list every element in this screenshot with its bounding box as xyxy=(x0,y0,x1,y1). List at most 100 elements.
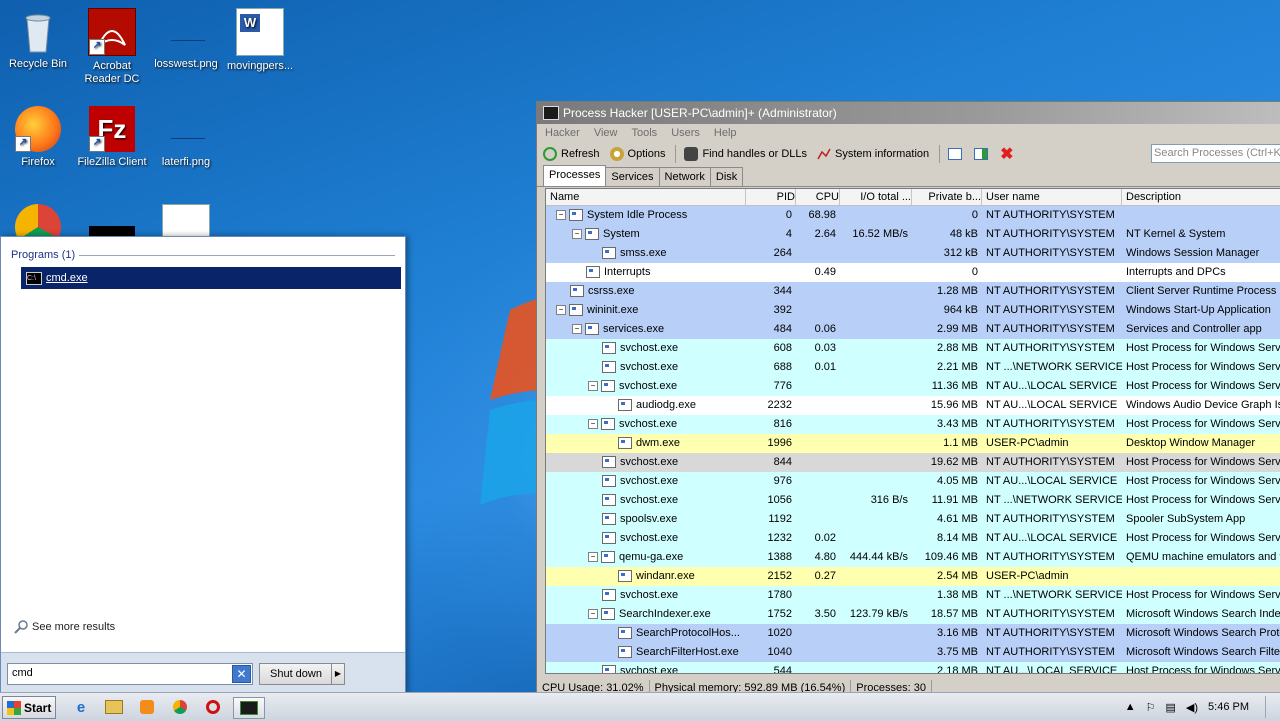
gear-icon xyxy=(609,147,624,161)
table-body: − System Idle Process 0 68.98 0 NT AUTHORITY\… xyxy=(546,206,1280,673)
private-bytes-cell: 3.16 MB xyxy=(937,627,978,639)
exit-window-button[interactable] xyxy=(974,148,992,160)
system-tray: ▲ ⚐ ▤ ◀) 5:46 PM xyxy=(1125,693,1280,721)
table-row[interactable]: − System Idle Process 0 68.98 0 NT AUTHORITY\… xyxy=(546,206,1280,225)
cpu-cell: 0.27 xyxy=(814,570,836,582)
process-icon xyxy=(618,399,632,412)
collapse-toggle-icon[interactable]: − xyxy=(588,552,598,563)
table-row[interactable]: svchost.exe 608 0.03 2.88 MB NT AUTHORITY\SY… xyxy=(546,339,1280,358)
pid-cell: 484 xyxy=(773,323,792,335)
table-row[interactable]: SearchProtocolHos... 1020 3.16 MB NT AUTHOR… xyxy=(546,624,1280,643)
menu-users[interactable]: Users xyxy=(671,127,700,139)
table-row[interactable]: audiodg.exe 2232 15.96 MB NT AU...\LOCAL SE… xyxy=(546,396,1280,415)
table-row[interactable]: SearchFilterHost.exe 1040 3.75 MB NT AUTHOR… xyxy=(546,643,1280,662)
chrome-taskbar-icon[interactable] xyxy=(169,697,191,717)
collapse-toggle-icon[interactable]: − xyxy=(572,229,582,240)
io-total-cell: 316 B/s xyxy=(870,494,908,506)
find-handles-button[interactable]: Find handles or DLLs xyxy=(684,147,807,161)
column-private-bytes[interactable]: Private b... xyxy=(912,189,982,205)
table-row[interactable]: − svchost.exe 816 3.43 MB NT AUTHORITY\SYSTE… xyxy=(546,415,1280,434)
menu-hacker[interactable]: Hacker xyxy=(545,127,580,139)
cpu-cell xyxy=(796,643,840,662)
tab-network[interactable]: Network xyxy=(658,167,711,186)
desktop-icon-firefox[interactable]: ↗ Firefox xyxy=(0,106,76,169)
window-button[interactable] xyxy=(948,148,966,160)
window-title-bar[interactable]: Process Hacker [USER-PC\admin]+ (Adminis… xyxy=(537,102,1280,124)
user-name-cell: NT AUTHORITY\SYSTEM xyxy=(986,456,1115,468)
collapse-toggle-icon[interactable]: − xyxy=(556,210,566,221)
terminate-button[interactable]: ✖ xyxy=(1000,144,1013,164)
refresh-button[interactable]: Refresh xyxy=(543,147,600,161)
table-row[interactable]: svchost.exe 1780 1.38 MB NT ...\NETWORK SER… xyxy=(546,586,1280,605)
column-pid[interactable]: PID xyxy=(746,189,796,205)
column-user-name[interactable]: User name xyxy=(982,189,1122,205)
column-description[interactable]: Description xyxy=(1122,189,1280,205)
table-row[interactable]: svchost.exe 976 4.05 MB NT AU...\LOCAL SERV… xyxy=(546,472,1280,491)
collapse-toggle-icon[interactable]: − xyxy=(588,381,598,392)
clear-search-icon[interactable]: ✕ xyxy=(232,665,251,683)
media-player-taskbar-icon[interactable] xyxy=(136,697,158,717)
menu-help[interactable]: Help xyxy=(714,127,737,139)
table-row[interactable]: svchost.exe 688 0.01 2.21 MB NT ...\NETWORK … xyxy=(546,358,1280,377)
see-more-results-link[interactable]: See more results xyxy=(13,619,115,635)
options-button[interactable]: Options xyxy=(609,147,665,161)
desktop-icon-acrobat[interactable]: ↗ Acrobat Reader DC xyxy=(74,8,150,86)
column-io-total[interactable]: I/O total ... xyxy=(840,189,912,205)
start-button[interactable]: Start xyxy=(2,696,56,719)
description-cell: Host Process for Windows Servic xyxy=(1126,418,1280,430)
table-row[interactable]: − wininit.exe 392 964 kB NT AUTHORITY\SYSTEM… xyxy=(546,301,1280,320)
explorer-taskbar-icon[interactable] xyxy=(103,697,125,717)
tab-services[interactable]: Services xyxy=(605,167,660,186)
internet-explorer-taskbar-icon[interactable]: e xyxy=(70,697,92,717)
desktop-icon-recycle-bin[interactable]: Recycle Bin xyxy=(0,8,76,71)
table-row[interactable]: − services.exe 484 0.06 2.99 MB NT AUTHORITY\… xyxy=(546,320,1280,339)
description-cell: Windows Session Manager xyxy=(1126,247,1260,259)
menu-tools[interactable]: Tools xyxy=(632,127,658,139)
tab-processes[interactable]: Processes xyxy=(543,165,607,186)
table-row[interactable]: svchost.exe 844 19.62 MB NT AUTHORITY\SYSTE… xyxy=(546,453,1280,472)
action-center-flag-icon[interactable]: ⚐ xyxy=(1146,701,1156,714)
table-row[interactable]: − SearchIndexer.exe 1752 3.50 123.79 kB/s 18.… xyxy=(546,605,1280,624)
collapse-toggle-icon[interactable]: − xyxy=(572,324,582,335)
collapse-toggle-icon[interactable]: − xyxy=(588,419,598,430)
table-row[interactable]: svchost.exe 1056 316 B/s 11.91 MB NT ...\NET… xyxy=(546,491,1280,510)
table-row[interactable]: svchost.exe 1232 0.02 8.14 MB NT AU...\LOCAL… xyxy=(546,529,1280,548)
tab-disk[interactable]: Disk xyxy=(709,167,744,186)
collapse-toggle-icon[interactable]: − xyxy=(588,609,598,620)
search-processes-input[interactable]: Search Processes (Ctrl+K) xyxy=(1151,144,1280,163)
desktop-icon-losswest[interactable]: losswest.png xyxy=(148,8,224,71)
table-row[interactable]: csrss.exe 344 1.28 MB NT AUTHORITY\SYSTEM Cl… xyxy=(546,282,1280,301)
table-row[interactable]: Interrupts 0.49 0 Interrupts and DPCs xyxy=(546,263,1280,282)
table-row[interactable]: spoolsv.exe 1192 4.61 MB NT AUTHORITY\SYSTE… xyxy=(546,510,1280,529)
opera-taskbar-icon[interactable] xyxy=(202,697,224,717)
shutdown-button[interactable]: Shut down xyxy=(259,663,333,685)
start-search-input[interactable] xyxy=(8,664,231,682)
show-desktop-button[interactable] xyxy=(1265,696,1280,718)
desktop-icon-laterfi[interactable]: laterfi.png xyxy=(148,106,224,169)
table-row[interactable]: − qemu-ga.exe 1388 4.80 444.44 kB/s 109.46 MB… xyxy=(546,548,1280,567)
collapse-toggle-icon[interactable]: − xyxy=(556,305,566,316)
column-cpu[interactable]: CPU xyxy=(796,189,840,205)
menu-view[interactable]: View xyxy=(594,127,618,139)
column-name[interactable]: Name xyxy=(546,189,746,205)
table-row[interactable]: windanr.exe 2152 0.27 2.54 MB USER-PC\admin xyxy=(546,567,1280,586)
clock[interactable]: 5:46 PM xyxy=(1208,701,1249,713)
network-icon[interactable]: ▤ xyxy=(1166,701,1176,714)
search-result-cmd[interactable]: C:\ cmd.exe xyxy=(21,267,401,289)
volume-icon[interactable]: ◀) xyxy=(1186,701,1198,714)
io-total-cell xyxy=(840,510,912,529)
process-name-cell: smss.exe xyxy=(546,244,746,263)
shutdown-options-arrow-icon[interactable]: ▶ xyxy=(331,663,345,685)
table-row[interactable]: svchost.exe 544 2.18 MB NT AU...\LOCAL SERV… xyxy=(546,662,1280,673)
table-row[interactable]: smss.exe 264 312 kB NT AUTHORITY\SYSTEM Wind… xyxy=(546,244,1280,263)
system-information-button[interactable]: System information xyxy=(817,147,929,161)
show-hidden-icons-icon[interactable]: ▲ xyxy=(1125,701,1136,713)
table-row[interactable]: − svchost.exe 776 11.36 MB NT AU...\LOCAL SE… xyxy=(546,377,1280,396)
desktop-icon-filezilla[interactable]: Fz ↗ FileZilla Client xyxy=(74,106,150,169)
table-row[interactable]: dwm.exe 1996 1.1 MB USER-PC\admin Desktop Wi… xyxy=(546,434,1280,453)
desktop-icon-movingpers[interactable]: W movingpers... xyxy=(222,8,298,73)
process-name-cell: − svchost.exe xyxy=(546,377,746,396)
process-hacker-taskbar-icon[interactable] xyxy=(233,697,265,719)
start-menu: Programs (1) C:\ cmd.exe See more result… xyxy=(0,236,406,694)
table-row[interactable]: − System 4 2.64 16.52 MB/s 48 kB NT AUTHORITY\… xyxy=(546,225,1280,244)
